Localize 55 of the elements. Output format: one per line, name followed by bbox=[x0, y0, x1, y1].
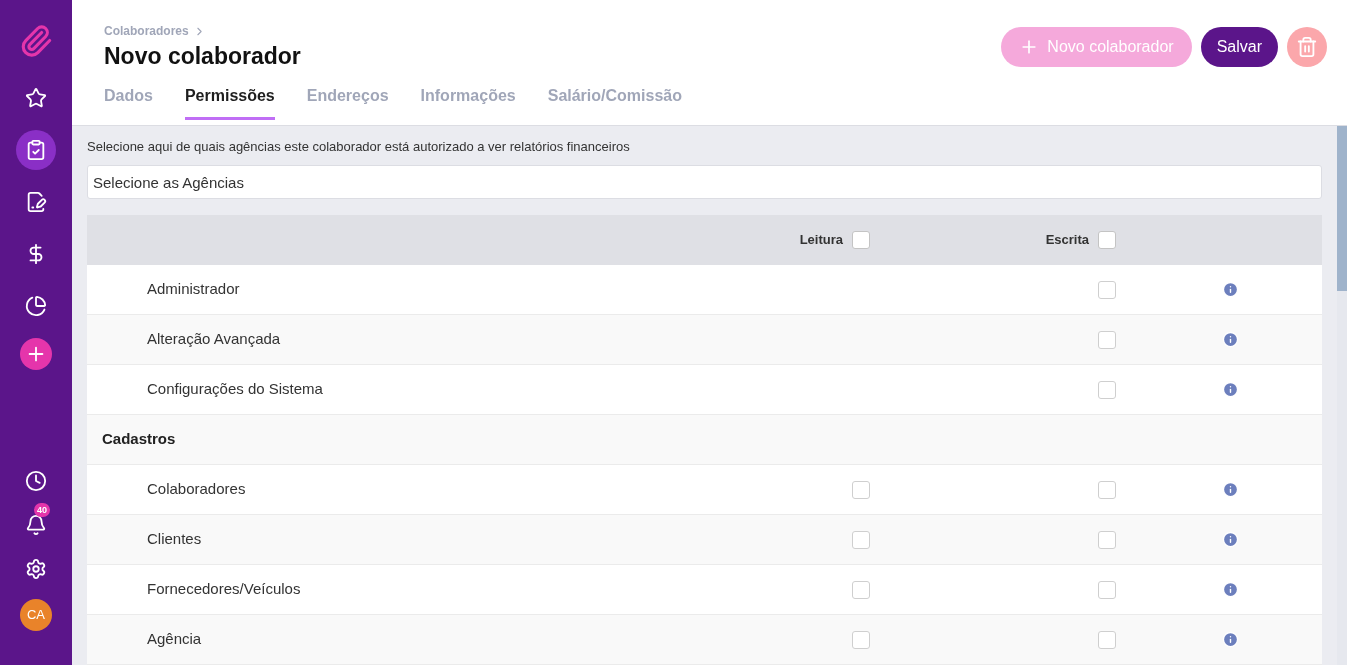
info-icon[interactable] bbox=[1222, 331, 1239, 348]
permission-label: Clientes bbox=[146, 529, 203, 550]
star-icon bbox=[25, 87, 47, 109]
info-icon[interactable] bbox=[1222, 281, 1239, 298]
checkbox[interactable] bbox=[1098, 630, 1116, 649]
clipboard-check-icon bbox=[25, 139, 47, 161]
checkbox[interactable] bbox=[852, 580, 870, 599]
tab[interactable]: Permissões bbox=[184, 84, 275, 120]
add-button[interactable] bbox=[20, 338, 52, 370]
paperclip-logo-icon bbox=[19, 24, 53, 58]
permission-label: Colaboradores bbox=[146, 479, 247, 500]
checkbox[interactable] bbox=[1098, 580, 1116, 599]
info-icon[interactable] bbox=[1222, 481, 1239, 498]
breadcrumb-link[interactable]: Colaboradores bbox=[104, 22, 189, 40]
section-title: Cadastros bbox=[102, 429, 176, 450]
permission-label: Alteração Avançada bbox=[146, 329, 282, 350]
permission-label: Configurações do Sistema bbox=[146, 379, 324, 400]
sidebar-item[interactable] bbox=[16, 130, 56, 170]
notification-badge: 40 bbox=[34, 503, 50, 517]
trash-icon bbox=[1296, 36, 1318, 58]
checkbox[interactable] bbox=[1098, 231, 1116, 249]
save-button[interactable]: Salvar bbox=[1200, 27, 1278, 67]
checkbox[interactable] bbox=[852, 231, 870, 249]
write-column-header: Escrita bbox=[1045, 231, 1089, 250]
permission-label: Fornecedores/Veículos bbox=[146, 579, 302, 600]
permission-label: Agência bbox=[146, 629, 203, 650]
checkbox[interactable] bbox=[852, 630, 870, 649]
bell-icon bbox=[25, 514, 47, 536]
user-avatar[interactable]: CA bbox=[20, 599, 52, 631]
tab[interactable]: Salário/Comissão bbox=[547, 84, 682, 120]
agencies-select-field[interactable]: Selecione as Agências bbox=[87, 165, 1322, 199]
info-icon[interactable] bbox=[1222, 631, 1239, 648]
checkbox[interactable] bbox=[1098, 480, 1116, 499]
checkbox[interactable] bbox=[1098, 530, 1116, 549]
tab[interactable]: Informações bbox=[420, 84, 516, 120]
settings-icon bbox=[25, 558, 47, 580]
clock-icon bbox=[25, 470, 47, 492]
checkbox[interactable] bbox=[1098, 330, 1116, 349]
scrollbar[interactable] bbox=[1337, 126, 1347, 665]
read-column-header: Leitura bbox=[799, 231, 843, 250]
info-icon[interactable] bbox=[1222, 531, 1239, 548]
pie-chart-icon bbox=[25, 295, 47, 317]
page-title: Novo colaborador bbox=[104, 42, 301, 71]
checkbox[interactable] bbox=[1098, 380, 1116, 399]
checkbox[interactable] bbox=[1098, 280, 1116, 299]
checkbox[interactable] bbox=[852, 480, 870, 499]
agencies-hint: Selecione aqui de quais agências este colaborador está autorizado a ver relatórios financeiros bbox=[87, 139, 631, 155]
checkbox[interactable] bbox=[852, 530, 870, 549]
tab[interactable]: Endereços bbox=[306, 84, 389, 120]
tab[interactable]: Dados bbox=[104, 84, 153, 120]
edit-document-icon bbox=[25, 191, 47, 213]
info-icon[interactable] bbox=[1222, 381, 1239, 398]
notifications-button[interactable]: 40 bbox=[16, 505, 56, 545]
info-icon[interactable] bbox=[1222, 581, 1239, 598]
permission-label: Administrador bbox=[146, 279, 241, 300]
